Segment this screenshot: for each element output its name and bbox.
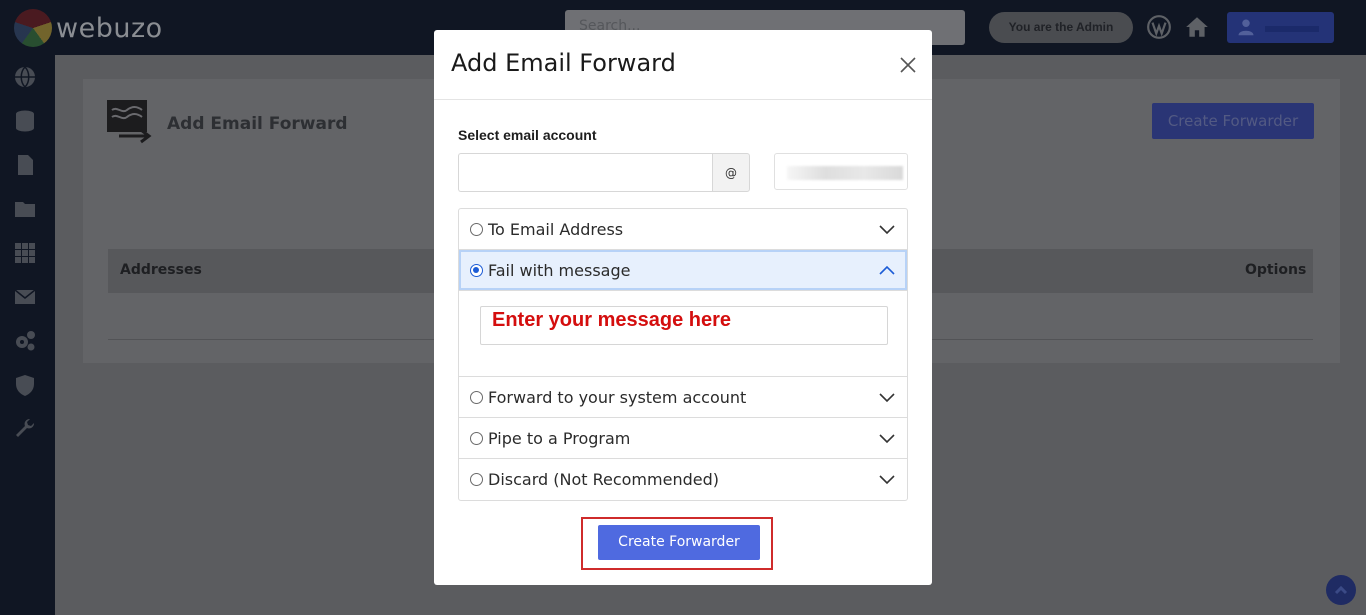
wordpress-icon[interactable]	[1146, 14, 1172, 40]
logo-mark-icon	[14, 9, 52, 47]
username-redacted	[1265, 26, 1319, 32]
radio-pipe-program[interactable]	[470, 432, 483, 445]
fail-message-input[interactable]: Enter your message here	[480, 306, 888, 345]
chevron-up-icon	[1334, 585, 1348, 595]
modal-header: Add Email Forward	[434, 30, 932, 100]
gears-icon[interactable]	[13, 329, 37, 353]
forward-type-accordion: To Email Address Fail with message Enter…	[458, 208, 908, 501]
close-icon[interactable]	[899, 56, 917, 74]
radio-discard[interactable]	[470, 473, 483, 486]
email-username-input[interactable]	[458, 153, 713, 192]
radio-system-account[interactable]	[470, 391, 483, 404]
option-label: To Email Address	[488, 220, 624, 239]
chevron-down-icon	[879, 475, 895, 485]
option-pipe-to-program[interactable]: Pipe to a Program	[459, 418, 907, 459]
chevron-down-icon	[879, 225, 895, 235]
chevron-down-icon	[879, 393, 895, 403]
admin-badge[interactable]: You are the Admin	[989, 12, 1133, 43]
table-header-options: Options	[1245, 262, 1307, 278]
option-discard[interactable]: Discard (Not Recommended)	[459, 459, 907, 500]
webuzo-logo[interactable]: webuzo	[14, 8, 163, 48]
create-forwarder-button[interactable]: Create Forwarder	[598, 525, 760, 560]
page-title: Add Email Forward	[167, 114, 348, 134]
create-forwarder-bg-button[interactable]: Create Forwarder	[1152, 103, 1314, 139]
radio-to-email[interactable]	[470, 223, 483, 236]
option-fail-with-message[interactable]: Fail with message	[459, 250, 907, 291]
home-icon[interactable]	[1184, 14, 1210, 40]
database-icon[interactable]	[13, 109, 37, 133]
logo-text: webuzo	[56, 12, 163, 44]
domain-select[interactable]	[774, 153, 908, 190]
option-to-email-address[interactable]: To Email Address	[459, 209, 907, 250]
add-email-forward-modal: Add Email Forward Select email account @…	[434, 30, 932, 585]
option-label: Fail with message	[488, 261, 631, 280]
domain-redacted	[787, 166, 903, 180]
option-label: Forward to your system account	[488, 388, 747, 407]
email-forward-icon	[107, 100, 152, 144]
shield-icon[interactable]	[13, 373, 37, 397]
sidebar	[0, 55, 55, 615]
chevron-up-icon	[879, 265, 895, 275]
table-header-addresses: Addresses	[120, 262, 202, 278]
fail-message-panel: Enter your message here	[459, 291, 907, 377]
apps-grid-icon[interactable]	[13, 241, 37, 265]
fail-message-text: Enter your message here	[492, 309, 731, 331]
wrench-icon[interactable]	[13, 417, 37, 441]
folder-icon[interactable]	[13, 197, 37, 221]
option-label: Pipe to a Program	[488, 429, 631, 448]
at-addon: @	[712, 153, 750, 192]
option-forward-system-account[interactable]: Forward to your system account	[459, 377, 907, 418]
email-account-label: Select email account	[458, 127, 597, 143]
scroll-to-top-button[interactable]	[1326, 575, 1356, 605]
file-icon[interactable]	[13, 153, 37, 177]
envelope-icon[interactable]	[13, 285, 37, 309]
radio-fail-with-message[interactable]	[470, 264, 483, 277]
chevron-down-icon	[879, 434, 895, 444]
modal-title: Add Email Forward	[451, 49, 676, 77]
globe-icon[interactable]	[13, 65, 37, 89]
option-label: Discard (Not Recommended)	[488, 470, 719, 489]
user-menu-button[interactable]	[1227, 12, 1334, 43]
user-icon	[1238, 19, 1254, 36]
